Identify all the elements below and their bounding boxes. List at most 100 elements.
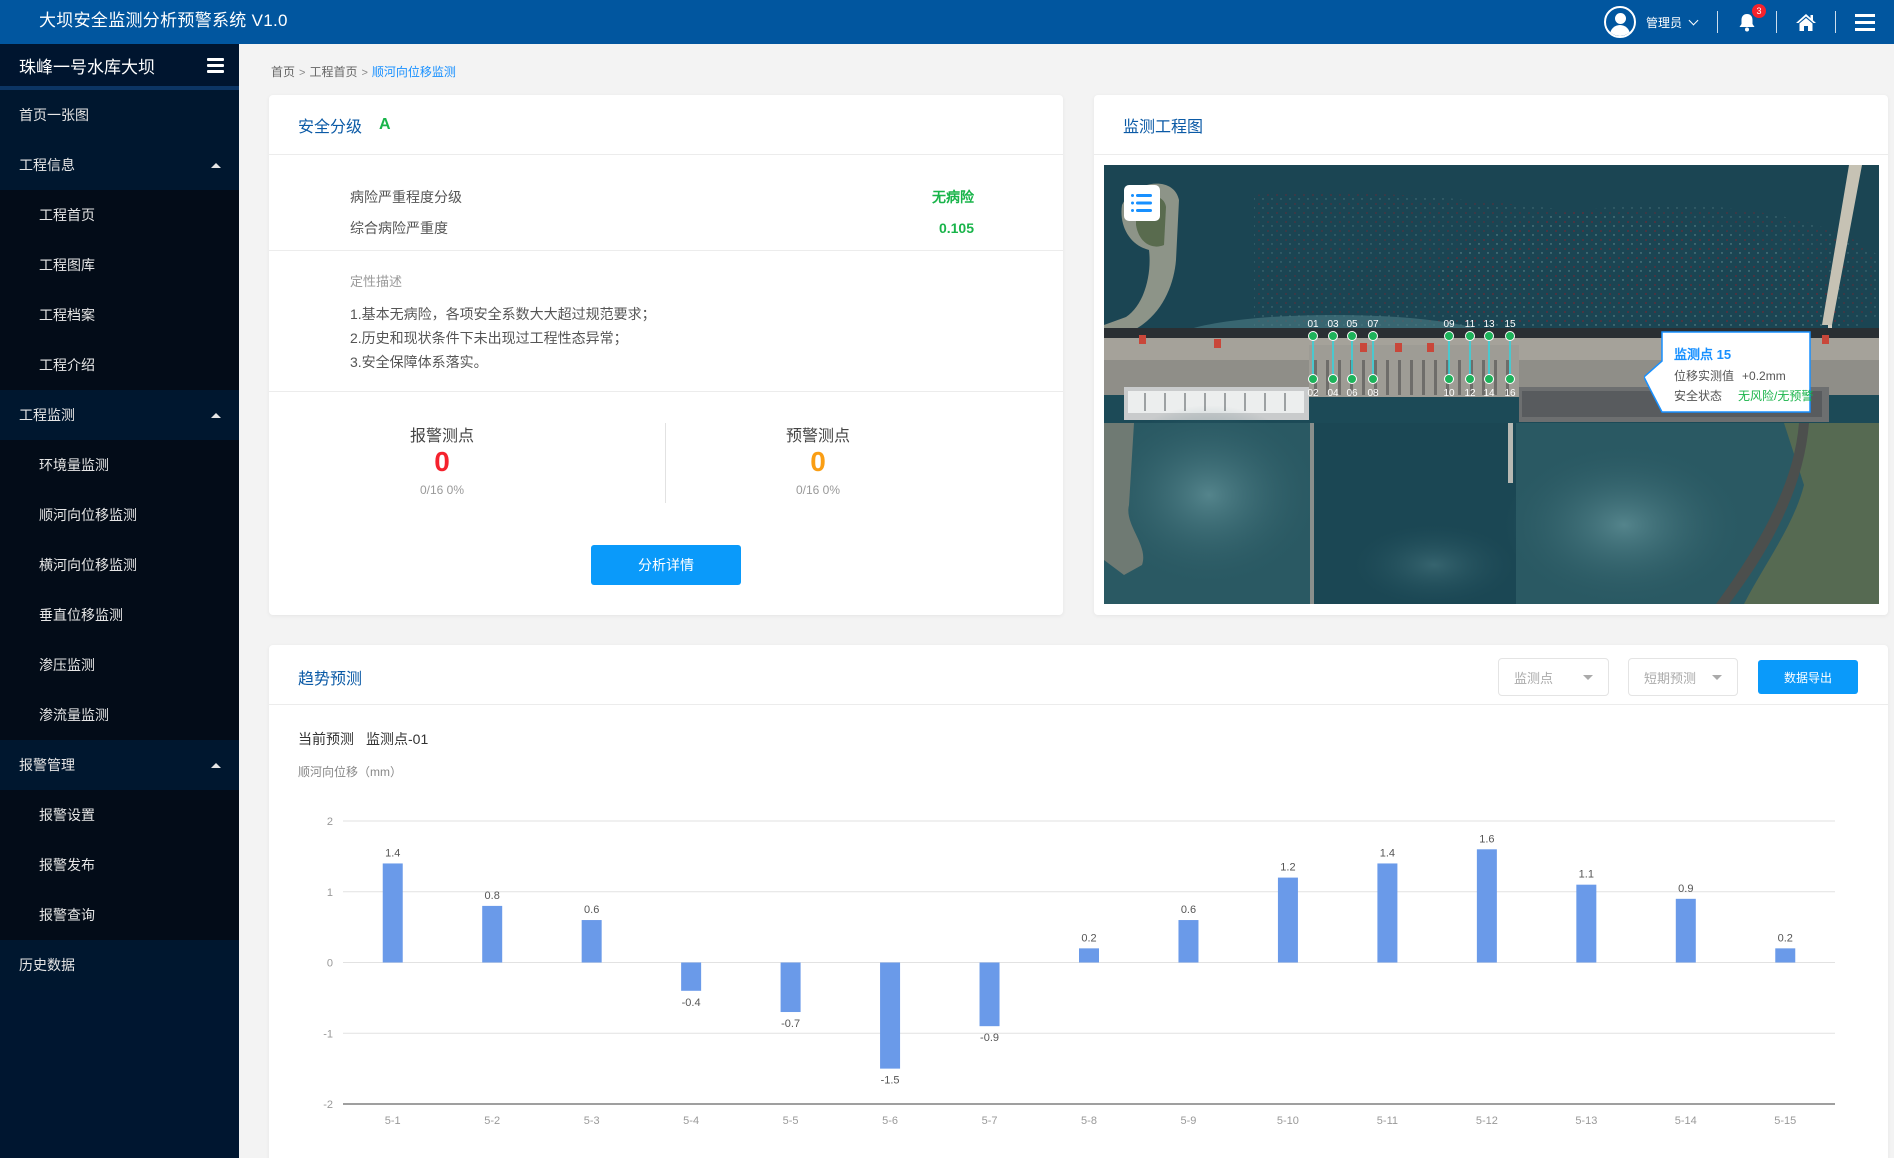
monitoring-point-marker[interactable]	[1484, 331, 1494, 341]
sidebar-item-history-data[interactable]: 历史数据	[0, 940, 239, 990]
sidebar-group-project-info[interactable]: 工程信息	[0, 140, 239, 190]
bar[interactable]	[1576, 884, 1597, 963]
stat-label: 预警测点	[785, 428, 850, 445]
bar[interactable]	[1079, 948, 1099, 963]
monitoring-point-pair[interactable]: 11 12	[1464, 319, 1476, 399]
bar[interactable]	[1377, 863, 1398, 963]
sidebar-item-alarm-settings[interactable]: 报警设置	[0, 790, 239, 840]
sidebar: 珠峰一号水库大坝 首页一张图 工程信息 工程首页 工程图库 工程档案 工程介绍 …	[0, 44, 239, 1158]
bar[interactable]	[979, 962, 1000, 1027]
point-label: 07	[1367, 319, 1379, 330]
monitoring-point-marker[interactable]	[1328, 374, 1338, 384]
sidebar-item-alarm-publish[interactable]: 报警发布	[0, 840, 239, 890]
bar[interactable]	[1277, 877, 1298, 963]
point-label: 16	[1504, 388, 1516, 399]
data-label: 0.9	[1678, 883, 1693, 895]
sidebar-item-cross-river-displacement[interactable]: 横河向位移监测	[0, 540, 239, 590]
satellite-map[interactable]: 01 02 03 04 05 06 07 08 09 10 11 12 13 14 15 16 监测点 15 …	[1104, 165, 1879, 604]
sidebar-item-downstream-displacement[interactable]: 顺河向位移监测	[0, 490, 239, 540]
point-label: 01	[1307, 319, 1319, 330]
bar[interactable]	[1178, 920, 1199, 963]
sidebar-item-seepage-pressure[interactable]: 渗压监测	[0, 640, 239, 690]
sidebar-item-environment-monitoring[interactable]: 环境量监测	[0, 440, 239, 490]
monitoring-point-pair[interactable]: 09 10	[1443, 319, 1455, 399]
sidebar-item-label: 报警查询	[39, 907, 95, 923]
home-icon	[1796, 13, 1816, 31]
home-button[interactable]	[1777, 0, 1835, 44]
bar[interactable]	[780, 962, 801, 1013]
point-label: 05	[1346, 319, 1358, 330]
monitoring-point-marker[interactable]	[1444, 331, 1454, 341]
bar[interactable]	[1775, 948, 1796, 963]
monitoring-point-marker[interactable]	[1347, 374, 1357, 384]
monitoring-point-marker[interactable]	[1484, 374, 1494, 384]
tooltip-label: 安全状态	[1674, 389, 1723, 403]
monitoring-point-pair[interactable]: 07 08	[1367, 319, 1379, 399]
breadcrumb-item-project-home[interactable]: 工程首页	[309, 65, 357, 79]
monitoring-point-marker[interactable]	[1308, 331, 1318, 341]
monitoring-point-pair[interactable]: 01 02	[1307, 319, 1319, 399]
monitoring-point-pair[interactable]: 03 04	[1327, 319, 1339, 399]
monitoring-point-marker[interactable]	[1465, 374, 1475, 384]
sidebar-item-seepage-flow[interactable]: 渗流量监测	[0, 690, 239, 740]
monitoring-point-marker[interactable]	[1347, 331, 1357, 341]
point-label: 10	[1443, 388, 1455, 399]
tooltip-title: 监测点 15	[1674, 347, 1732, 362]
point-stats: 报警测点 0 0/16 0% 预警测点 0 0/16 0%	[269, 392, 1063, 512]
x-tick-label: 5-3	[584, 1115, 600, 1127]
monitoring-point-marker[interactable]	[1465, 331, 1475, 341]
breadcrumb-item-home[interactable]: 首页	[271, 65, 295, 79]
monitoring-point-pair[interactable]: 1516	[1504, 319, 1516, 399]
tooltip-row: 位移实测值 +0.2mm	[1674, 366, 1813, 386]
sidebar-item-vertical-displacement[interactable]: 垂直位移监测	[0, 590, 239, 640]
data-label: -0.4	[682, 997, 701, 1009]
bar[interactable]	[1476, 849, 1497, 963]
bar[interactable]	[482, 905, 503, 963]
bar[interactable]	[880, 962, 901, 1069]
sidebar-item-project-gallery[interactable]: 工程图库	[0, 240, 239, 290]
safety-grade-card: 安全分级 A 病险严重程度分级 无病险 综合病险严重度 0.105 定性描述 1…	[269, 95, 1063, 615]
stat-detail: 0/16 0%	[419, 483, 465, 497]
qualitative-description: 定性描述 1.基本无病险，各项安全系数大大超过规范要求； 2.历史和现状条件下未…	[269, 251, 1063, 392]
monitoring-point-marker[interactable]	[1308, 374, 1318, 384]
card-title: 安全分级	[298, 118, 363, 136]
tooltip-value: +0.2mm	[1742, 369, 1786, 383]
breadcrumb-separator: >	[299, 67, 306, 79]
bar[interactable]	[382, 863, 403, 963]
monitoring-point-marker[interactable]	[1328, 331, 1338, 341]
trend-forecast-card: 趋势预测 监测点 短期预测 数据导出 当前预测 监测点-01 顺河向位移（mm） …	[269, 645, 1888, 1158]
monitoring-point-pair[interactable]: 13 14	[1483, 319, 1495, 399]
risk-label: 综合病险严重度	[350, 219, 448, 236]
sidebar-group-alarm-management[interactable]: 报警管理	[0, 740, 239, 790]
monitoring-point-pair[interactable]: 05 06	[1346, 319, 1358, 399]
sidebar-item-project-archive[interactable]: 工程档案	[0, 290, 239, 340]
data-label: 1.6	[1479, 833, 1494, 845]
sidebar-group-monitoring[interactable]: 工程监测	[0, 390, 239, 440]
data-label: -0.9	[980, 1032, 999, 1044]
monitoring-point-marker[interactable]	[1368, 374, 1378, 384]
bar[interactable]	[1675, 898, 1696, 963]
card-header: 监测工程图	[1094, 95, 1888, 155]
analysis-details-button[interactable]: 分析详情	[591, 545, 741, 585]
monitoring-point-marker[interactable]	[1368, 331, 1378, 341]
sidebar-item-home-map[interactable]: 首页一张图	[0, 90, 239, 140]
main-menu-button[interactable]	[1836, 0, 1894, 44]
sidebar-item-project-intro[interactable]: 工程介绍	[0, 340, 239, 390]
x-tick-label: 5-8	[1081, 1115, 1097, 1127]
sidebar-item-alarm-query[interactable]: 报警查询	[0, 890, 239, 940]
bar[interactable]	[581, 920, 602, 963]
sidebar-toggle-menu-icon[interactable]	[207, 57, 224, 73]
data-label: 1.4	[385, 847, 400, 859]
monitoring-point-marker[interactable]	[1444, 374, 1454, 384]
sidebar-item-label: 工程首页	[39, 207, 95, 223]
bar[interactable]	[681, 962, 702, 991]
monitoring-point-marker[interactable]	[1505, 331, 1515, 341]
user-menu[interactable]: 管理员	[1603, 6, 1699, 38]
sidebar-item-project-home[interactable]: 工程首页	[0, 190, 239, 240]
breadcrumb-separator: >	[361, 67, 368, 79]
safety-grade: A	[379, 115, 391, 133]
monitoring-point-marker[interactable]	[1505, 374, 1515, 384]
map-layer-list-button[interactable]	[1124, 185, 1160, 221]
notifications-button[interactable]: 3	[1718, 0, 1776, 44]
data-label: 0.6	[1181, 904, 1196, 916]
